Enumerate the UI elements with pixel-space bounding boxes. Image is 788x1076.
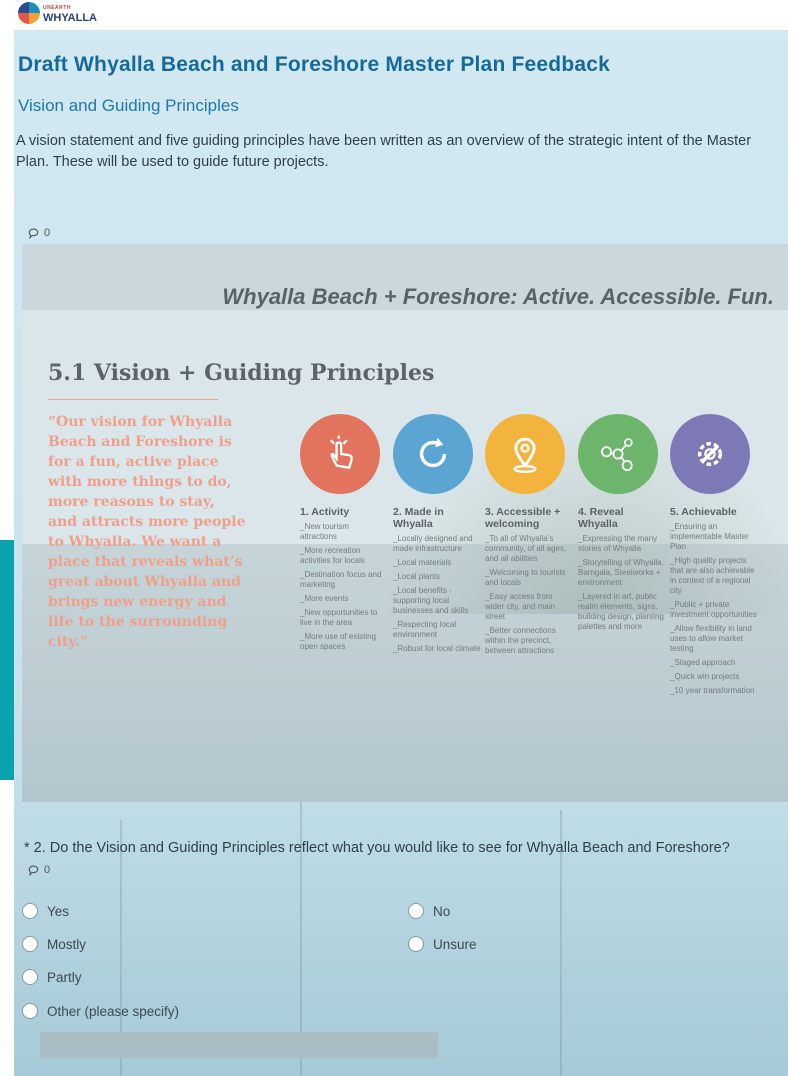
principle-item: _Layered in art, public realm elements, … bbox=[578, 592, 664, 631]
option-label: Other (please specify) bbox=[47, 1003, 180, 1019]
principle-column-1: 1. Activity _New tourism attractions _Mo… bbox=[300, 506, 388, 656]
location-pin-icon bbox=[513, 437, 537, 473]
principle-circle-3 bbox=[485, 414, 565, 494]
slide-heading: 5.1 Vision + Guiding Principles bbox=[48, 360, 435, 386]
question-text: * 2. Do the Vision and Guiding Principle… bbox=[24, 840, 730, 856]
option-partly[interactable]: Partly bbox=[22, 969, 82, 985]
logo-main-text: WHYALLA bbox=[43, 12, 97, 24]
option-unsure[interactable]: Unsure bbox=[408, 936, 477, 952]
other-specify-input[interactable] bbox=[40, 1032, 438, 1058]
principle-item: _Better connections within the precinct,… bbox=[485, 626, 556, 655]
principle-item: _Destination focus and marketing bbox=[300, 570, 382, 589]
principle-item: _Respecting local environment bbox=[393, 620, 457, 639]
principle-title: 3. Accessible + welcoming bbox=[485, 506, 561, 530]
left-margin bbox=[0, 30, 14, 540]
principle-circle-2 bbox=[393, 414, 473, 494]
option-mostly[interactable]: Mostly bbox=[22, 936, 86, 952]
principle-item: _Easy access from wider city, and main s… bbox=[485, 592, 556, 621]
principle-item: _10 year transformation bbox=[670, 686, 755, 695]
logo-icon bbox=[18, 2, 40, 24]
principle-item: _Local plants bbox=[393, 572, 441, 581]
principle-title: 1. Activity bbox=[300, 506, 350, 518]
principle-item: _Locally designed and made infrastructur… bbox=[393, 534, 473, 553]
radio-button[interactable] bbox=[408, 936, 424, 952]
principle-column-5: 5. Achievable _Ensuring an implementable… bbox=[670, 506, 758, 700]
option-other[interactable]: Other (please specify) bbox=[22, 1003, 179, 1019]
vision-statement: “Our vision for Whyalla Beach and Foresh… bbox=[48, 414, 246, 650]
page-title: Draft Whyalla Beach and Foreshore Master… bbox=[18, 53, 610, 76]
principle-item: _Local materials bbox=[393, 558, 452, 567]
principle-item: _More use of existing open spaces bbox=[300, 632, 377, 651]
principle-item: _Storytelling of Whyalla, Barngala, Stee… bbox=[578, 558, 664, 587]
vision-slide-image: Whyalla Beach + Foreshore: Active. Acces… bbox=[22, 244, 788, 802]
comment-button[interactable]: 0 bbox=[28, 227, 50, 239]
logo-text: UNEARTH WHYALLA bbox=[43, 3, 97, 24]
radio-button[interactable] bbox=[22, 936, 38, 952]
radio-button[interactable] bbox=[22, 903, 38, 919]
gear-wrench-icon bbox=[697, 441, 723, 467]
header: UNEARTH WHYALLA bbox=[0, 0, 788, 30]
dots-network-icon bbox=[601, 438, 633, 471]
radio-button[interactable] bbox=[408, 903, 424, 919]
principle-item: _Robust for local climate bbox=[393, 644, 481, 653]
principle-item: _Welcoming to tourists and locals bbox=[485, 568, 566, 587]
accent-bar bbox=[0, 540, 14, 780]
left-margin bbox=[0, 780, 14, 1076]
option-label: Yes bbox=[47, 903, 70, 919]
option-label: Partly bbox=[47, 969, 82, 985]
option-yes[interactable]: Yes bbox=[22, 903, 69, 919]
comment-count: 0 bbox=[44, 864, 51, 876]
principle-item: _New tourism attractions bbox=[300, 522, 349, 541]
principle-circle-4 bbox=[578, 414, 658, 494]
principle-title: 5. Achievable bbox=[670, 506, 737, 518]
comment-count: 0 bbox=[44, 227, 51, 239]
principle-title: 4. Reveal Whyalla bbox=[578, 506, 624, 530]
principle-item: _More events bbox=[300, 594, 349, 603]
slide-tagline: Whyalla Beach + Foreshore: Active. Acces… bbox=[222, 284, 774, 309]
principle-item: _Local benefits - supporting local busin… bbox=[393, 586, 469, 615]
principle-item: _Public + private investment opportuniti… bbox=[670, 600, 757, 619]
principle-item: _New opportunities to live in the area bbox=[300, 608, 378, 627]
principle-item: _High quality projects that are also ach… bbox=[670, 556, 755, 595]
principle-circle-1 bbox=[300, 414, 380, 494]
principle-item: _Staged approach bbox=[670, 658, 736, 667]
intro-text: A vision statement and five guiding prin… bbox=[16, 133, 752, 170]
principle-item: _Ensuring an implementable Master Plan bbox=[670, 522, 749, 551]
principle-item: _Quick win projects bbox=[670, 672, 740, 681]
option-no[interactable]: No bbox=[408, 903, 450, 919]
comment-icon bbox=[28, 228, 39, 239]
principle-column-2: 2. Made in Whyalla _Locally designed and… bbox=[393, 506, 481, 658]
principle-item: _To all of Whyalla’s community, of all a… bbox=[485, 534, 567, 563]
section-title: Vision and Guiding Principles bbox=[18, 96, 239, 115]
principle-column-4: 4. Reveal Whyalla _Expressing the many s… bbox=[578, 506, 666, 636]
principle-item: _Expressing the many stories of Whyalla bbox=[578, 534, 658, 553]
principle-circle-5 bbox=[670, 414, 750, 494]
principle-column-3: 3. Accessible + welcoming _To all of Why… bbox=[485, 506, 573, 660]
principle-item: _More recreation activities for locals bbox=[300, 546, 365, 565]
refresh-icon bbox=[419, 437, 447, 468]
comment-icon bbox=[28, 865, 39, 876]
option-label: No bbox=[433, 903, 451, 919]
option-label: Mostly bbox=[47, 936, 87, 952]
page: UNEARTH WHYALLA Draft Whyalla Beach and … bbox=[0, 0, 788, 1076]
question-comment-button[interactable]: 0 bbox=[28, 864, 50, 876]
principle-title: 2. Made in Whyalla bbox=[393, 506, 444, 530]
principle-item: _Allow flexibility in land uses to allow… bbox=[670, 624, 752, 653]
slide-divider bbox=[48, 399, 218, 400]
radio-button[interactable] bbox=[22, 969, 38, 985]
option-label: Unsure bbox=[433, 936, 477, 952]
hand-tap-icon bbox=[329, 435, 353, 470]
logo[interactable]: UNEARTH WHYALLA bbox=[18, 2, 97, 24]
radio-button[interactable] bbox=[22, 1003, 38, 1019]
